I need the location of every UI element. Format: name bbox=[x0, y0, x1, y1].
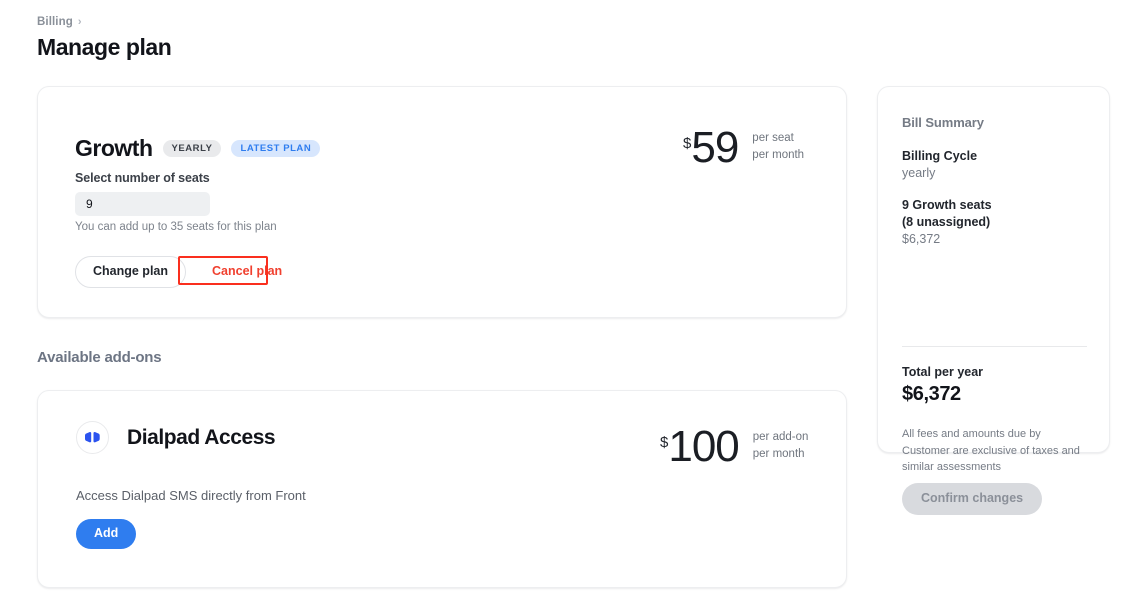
add-addon-button[interactable]: Add bbox=[76, 519, 137, 549]
breadcrumb-item-billing[interactable]: Billing bbox=[37, 16, 73, 28]
plan-price-unit-line1: per seat bbox=[752, 132, 794, 144]
total-amount: $6,372 bbox=[902, 383, 961, 405]
bill-summary-title: Bill Summary bbox=[902, 115, 984, 130]
dialpad-logo-icon bbox=[76, 421, 109, 454]
seats-summary-amount: $6,372 bbox=[902, 231, 941, 246]
summary-divider bbox=[902, 346, 1087, 347]
billing-cycle-value: yearly bbox=[902, 165, 936, 180]
available-addons-heading: Available add-ons bbox=[37, 349, 162, 366]
addon-card-dialpad-access: Dialpad Access $ 100 per add-on per mont… bbox=[37, 390, 847, 588]
plan-actions: Change plan Cancel plan bbox=[75, 256, 294, 288]
billing-cycle-label: Billing Cycle bbox=[902, 149, 978, 163]
seats-field-label: Select number of seats bbox=[75, 171, 210, 185]
addon-price-unit-line1: per add-on bbox=[752, 431, 809, 443]
manage-plan-page: Billing › Manage plan Growth YEARLY LATE… bbox=[0, 0, 1142, 604]
confirm-changes-button[interactable]: Confirm changes bbox=[902, 483, 1043, 515]
plan-name: Growth bbox=[75, 135, 153, 161]
legal-disclaimer: All fees and amounts due by Customer are… bbox=[902, 428, 1080, 473]
plan-price-unit-line2: per month bbox=[752, 148, 805, 161]
current-plan-card: Growth YEARLY LATEST PLAN Select number … bbox=[37, 86, 847, 318]
total-label: Total per year bbox=[902, 365, 984, 379]
breadcrumb: Billing › bbox=[37, 16, 82, 28]
change-plan-button[interactable]: Change plan bbox=[75, 256, 187, 288]
addon-price: $ 100 per add-on per month bbox=[660, 425, 808, 469]
addon-header: Dialpad Access bbox=[76, 421, 276, 454]
seats-input[interactable] bbox=[75, 192, 210, 216]
page-title: Manage plan bbox=[37, 34, 172, 60]
addon-name: Dialpad Access bbox=[127, 425, 276, 449]
cancel-plan-button[interactable]: Cancel plan bbox=[200, 257, 294, 287]
plan-price-amount: 59 bbox=[691, 123, 739, 172]
plan-price-unit: per seat per month bbox=[752, 130, 804, 163]
addon-price-amount: 100 bbox=[668, 422, 739, 471]
plan-price: $ 59 per seat per month bbox=[683, 126, 804, 170]
addon-price-unit-line2: per month bbox=[752, 447, 805, 460]
chevron-right-icon: › bbox=[77, 15, 82, 28]
seats-summary-line1: 9 Growth seats bbox=[902, 198, 992, 212]
bill-summary-card: Bill Summary Billing Cycle yearly 9 Grow… bbox=[877, 86, 1110, 515]
total-block: Total per year $6,372 bbox=[902, 365, 983, 406]
billing-cycle-block: Billing Cycle yearly bbox=[902, 148, 977, 182]
plan-header: Growth YEARLY LATEST PLAN bbox=[75, 135, 321, 162]
addon-description: Access Dialpad SMS directly from Front bbox=[76, 488, 306, 503]
addon-price-unit: per add-on per month bbox=[753, 429, 809, 462]
seats-summary-line2: (8 unassigned) bbox=[902, 214, 991, 229]
badge-billing-period: YEARLY bbox=[162, 140, 222, 157]
seats-summary-block: 9 Growth seats (8 unassigned) $6,372 bbox=[902, 197, 992, 248]
plan-price-currency: $ bbox=[683, 135, 692, 152]
seats-hint: You can add up to 35 seats for this plan bbox=[75, 221, 277, 233]
badge-latest-plan: LATEST PLAN bbox=[231, 140, 321, 157]
addon-price-currency: $ bbox=[660, 434, 669, 451]
